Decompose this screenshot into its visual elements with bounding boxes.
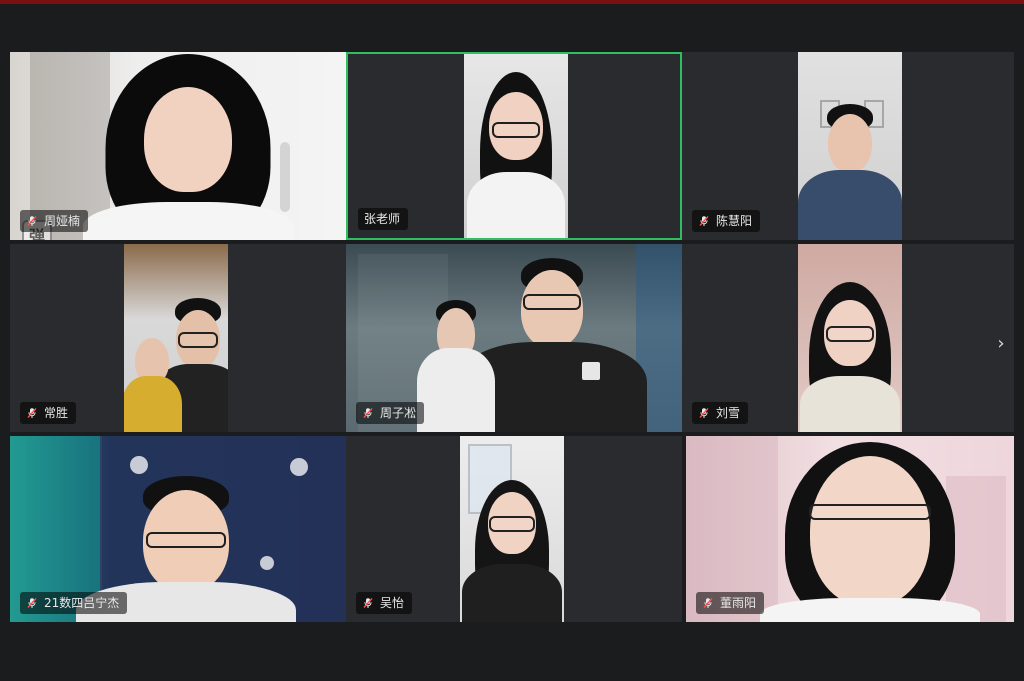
participant-tile-lv-ning-jie[interactable]: 21数四吕宁杰 (10, 436, 346, 622)
participant-figure (798, 52, 902, 240)
participant-name-tag: 董雨阳 (696, 592, 765, 614)
participant-figure (460, 436, 564, 622)
participant-video (798, 244, 902, 432)
video-grid: 弹 周娅楠 张老师 陈慧阳 常胜 周子凇 刘雪 21数四吕宁杰 吴怡 董雨阳 (10, 52, 1014, 626)
participant-name-tag: 周娅楠 (20, 210, 89, 232)
mic-muted-icon (362, 407, 374, 419)
participant-tile-zhou-zi-song[interactable]: 周子凇 (346, 244, 682, 432)
participant-tile-zhang-teacher[interactable]: 张老师 (346, 52, 682, 240)
mic-muted-icon (362, 597, 374, 609)
participant-tile-chang-sheng[interactable]: 常胜 (10, 244, 346, 432)
participant-name: 刘雪 (716, 406, 741, 420)
participant-video (124, 244, 228, 432)
participant-tile-liu-xue[interactable]: 刘雪 (682, 244, 1014, 432)
participant-name-tag: 周子凇 (356, 402, 425, 424)
participant-tile-wu-yi[interactable]: 吴怡 (346, 436, 682, 622)
participant-figure (124, 244, 204, 432)
participant-figure (760, 436, 980, 622)
participant-name: 陈慧阳 (716, 214, 753, 228)
participant-name: 吴怡 (380, 596, 405, 610)
mic-muted-icon (26, 407, 38, 419)
participant-name: 张老师 (364, 212, 401, 226)
participant-name-tag: 刘雪 (692, 402, 749, 424)
participant-tile-chen-hui-yang[interactable]: 陈慧阳 (682, 52, 1014, 240)
participant-name-tag: 陈慧阳 (692, 210, 761, 232)
participant-name-tag: 21数四吕宁杰 (20, 592, 128, 614)
participant-tile-dong-yu-yang[interactable]: 董雨阳 (686, 436, 1014, 622)
meeting-window: 弹 周娅楠 张老师 陈慧阳 常胜 周子凇 刘雪 21数四吕宁杰 吴怡 董雨阳 › (0, 4, 1024, 681)
participant-figure (464, 54, 568, 238)
participant-video (798, 52, 902, 240)
participant-name: 董雨阳 (720, 596, 757, 610)
participant-figure (798, 244, 902, 432)
participant-video (464, 54, 568, 238)
participant-name: 21数四吕宁杰 (44, 596, 120, 610)
participant-tile-zhou-ya-nan[interactable]: 弹 周娅楠 (10, 52, 346, 240)
next-page-chevron-right-icon[interactable]: › (992, 331, 1010, 355)
mic-muted-icon (26, 597, 38, 609)
participant-name: 周娅楠 (44, 214, 81, 228)
participant-name-tag: 常胜 (20, 402, 77, 424)
participant-figure (83, 52, 293, 240)
participant-name-tag: 吴怡 (356, 592, 413, 614)
participant-name-tag: 张老师 (358, 208, 409, 230)
participant-name: 周子凇 (380, 406, 417, 420)
participant-name: 常胜 (44, 406, 69, 420)
mic-muted-icon (702, 597, 714, 609)
mic-muted-icon (26, 215, 38, 227)
participant-video (460, 436, 564, 622)
mic-muted-icon (698, 215, 710, 227)
mic-muted-icon (698, 407, 710, 419)
